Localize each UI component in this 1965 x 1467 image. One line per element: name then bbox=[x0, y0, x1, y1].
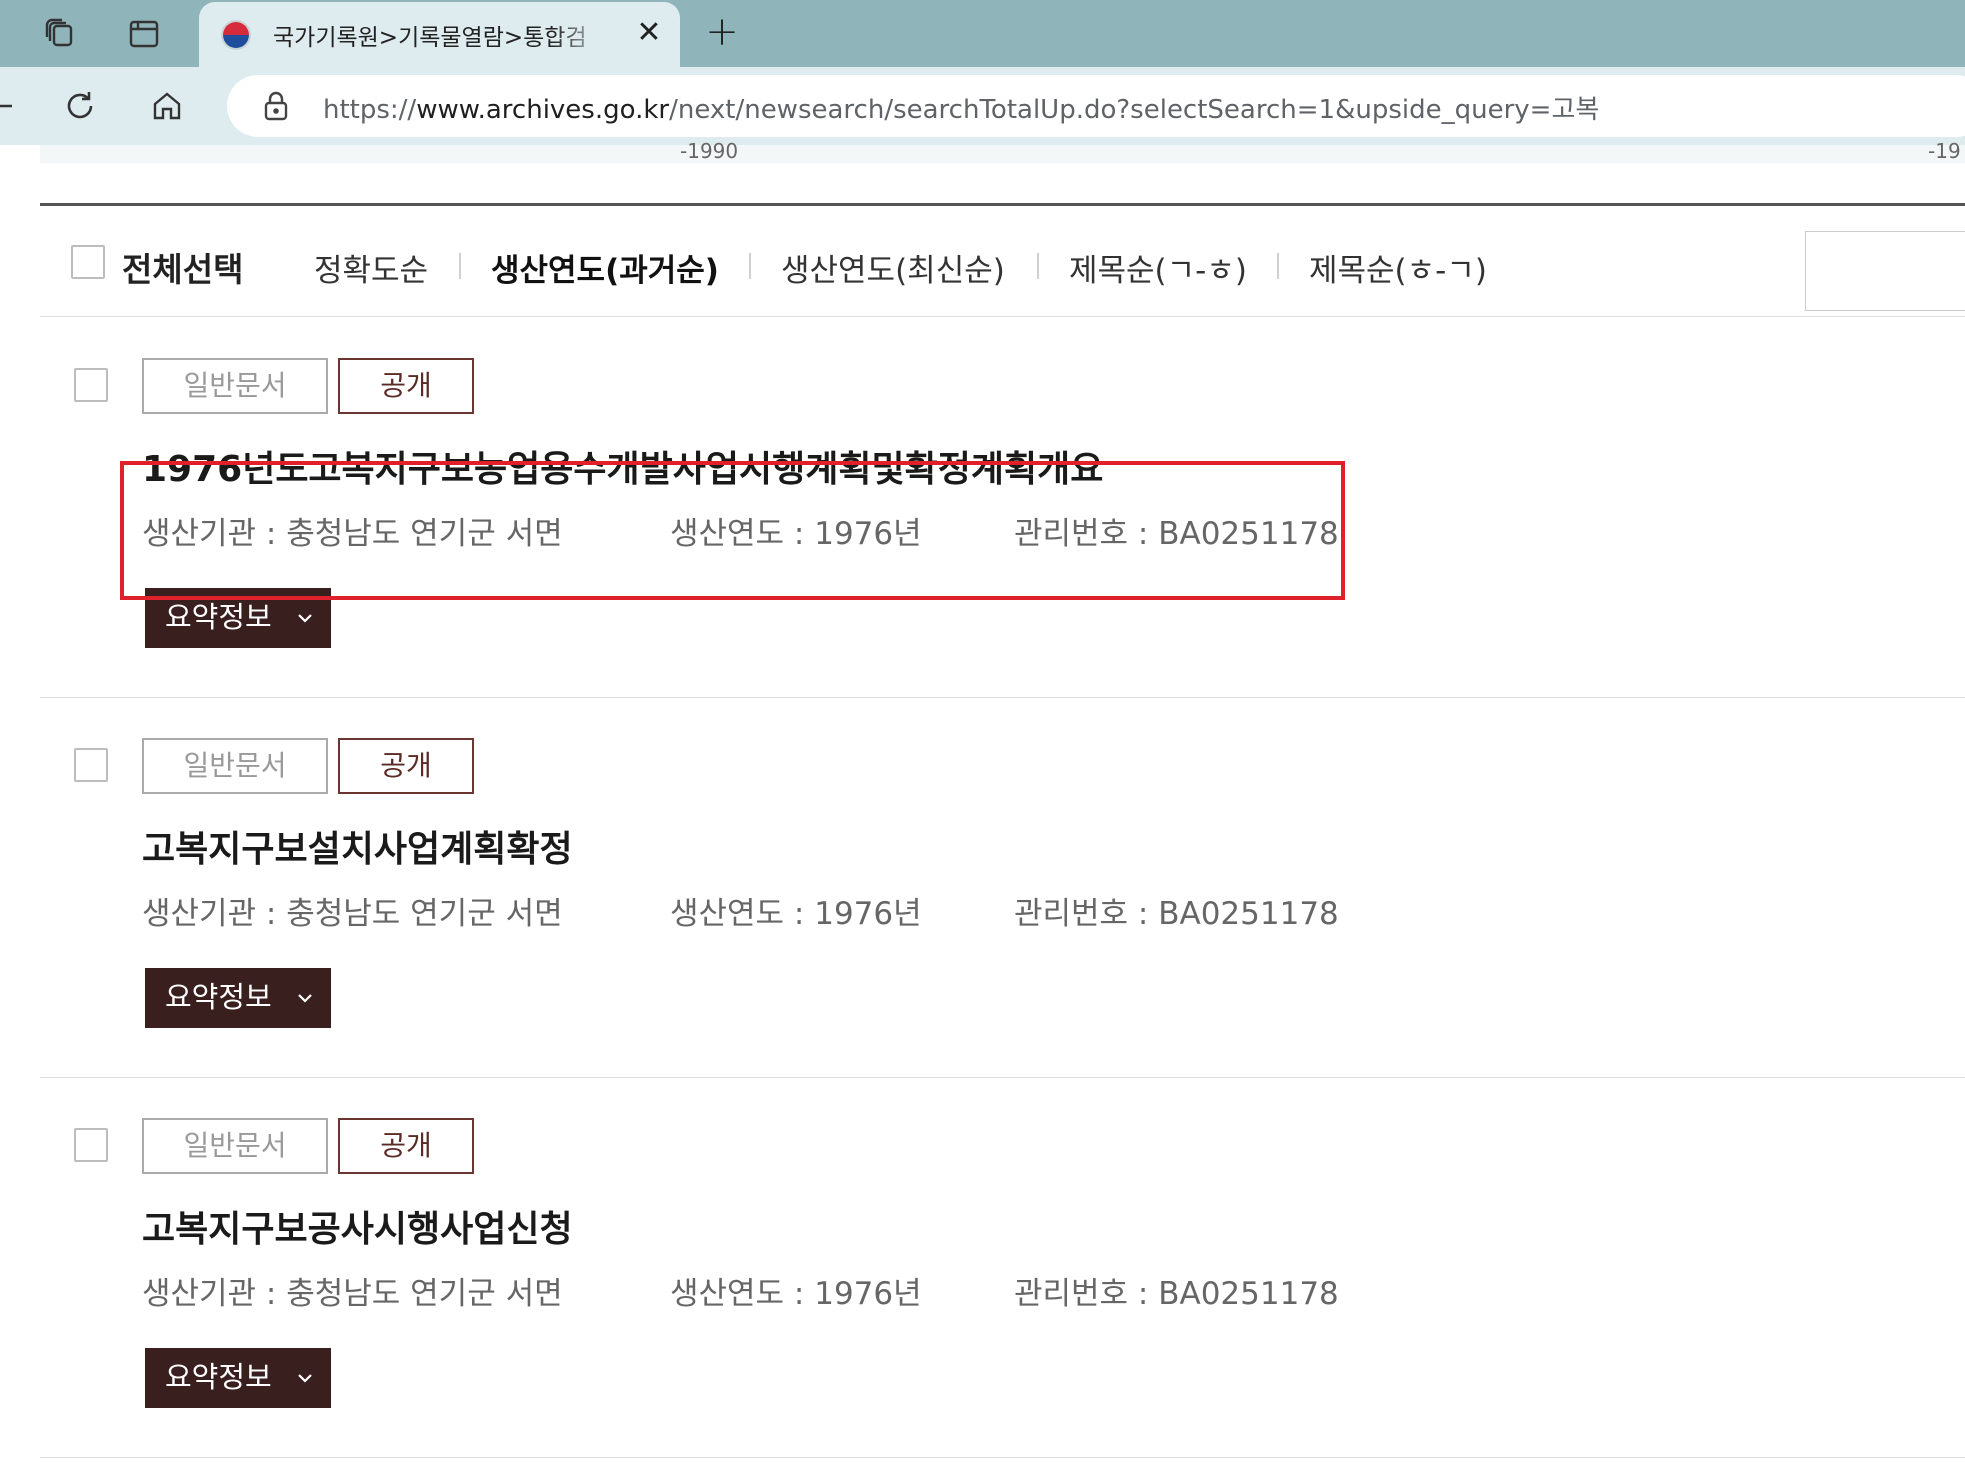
year-timeline: -1990 -19 bbox=[40, 139, 1965, 163]
production-year: 생산연도 : 1976년 bbox=[670, 1276, 922, 1312]
result-title[interactable]: 고복지구보공사시행사업신청 bbox=[142, 1200, 573, 1252]
chevron-down-icon bbox=[298, 614, 312, 623]
timeline-label-1990: -1990 bbox=[680, 139, 739, 163]
summary-button[interactable]: 요약정보 bbox=[145, 588, 331, 648]
sort-bar: 전체선택 정확도순 생산연도(과거순) 생산연도(최신순) 제목순(ㄱ-ㅎ) 제… bbox=[40, 207, 1965, 317]
tab-actions-icon[interactable] bbox=[122, 12, 166, 56]
management-number: 관리번호 : BA0251178 bbox=[1014, 516, 1339, 552]
result-title[interactable]: 1976년도고복지구보농업용수개발사업시행계획및확정계획개요 bbox=[142, 440, 1103, 492]
select-all-label[interactable]: 전체선택 bbox=[122, 243, 243, 291]
management-number: 관리번호 : BA0251178 bbox=[1014, 1276, 1339, 1312]
sort-title-asc[interactable]: 제목순(ㄱ-ㅎ) bbox=[1069, 245, 1247, 290]
new-tab-button[interactable]: + bbox=[700, 12, 744, 56]
back-icon[interactable] bbox=[0, 84, 22, 128]
active-tab[interactable]: 국가기록원>기록물열람>통합검 ✕ bbox=[199, 2, 680, 69]
browser-toolbar: https://www.archives.go.kr/next/newsearc… bbox=[0, 67, 1965, 145]
status-badge: 공개 bbox=[338, 738, 474, 794]
sort-separator bbox=[1277, 253, 1279, 279]
timeline-label-19: -19 bbox=[1928, 139, 1961, 163]
summary-button[interactable]: 요약정보 bbox=[145, 1348, 331, 1408]
producer-info: 생산기관 : 충청남도 연기군 서면 bbox=[142, 896, 563, 932]
production-year: 생산연도 : 1976년 bbox=[670, 516, 922, 552]
url-host: www.archives.go.kr bbox=[416, 95, 670, 125]
summary-button[interactable]: 요약정보 bbox=[145, 968, 331, 1028]
collections-icon[interactable] bbox=[38, 12, 82, 56]
site-favicon-icon bbox=[221, 20, 251, 50]
divider bbox=[40, 203, 1965, 206]
result-title[interactable]: 고복지구보설치사업계획확정 bbox=[142, 820, 573, 872]
sort-separator bbox=[749, 253, 751, 279]
select-all-checkbox[interactable] bbox=[71, 245, 105, 279]
result-item: 일반문서 공개 고복지구보설치사업계획확정 생산기관 : 충청남도 연기군 서면… bbox=[40, 698, 1965, 1078]
result-checkbox[interactable] bbox=[74, 748, 108, 782]
summary-button-label: 요약정보 bbox=[165, 600, 272, 634]
page-content: -1990 -19 전체선택 정확도순 생산연도(과거순) 생산연도(최신순) … bbox=[0, 139, 1965, 1467]
producer-info: 생산기관 : 충청남도 연기군 서면 bbox=[142, 1276, 563, 1312]
url-path: /next/newsearch/searchTotalUp.do?selectS… bbox=[669, 95, 1600, 125]
page-size-select[interactable] bbox=[1805, 231, 1965, 311]
sort-year-newest[interactable]: 생산연도(최신순) bbox=[781, 245, 1005, 290]
tab-close-icon[interactable]: ✕ bbox=[631, 16, 667, 52]
browser-tabstrip: 국가기록원>기록물열람>통합검 ✕ + bbox=[0, 0, 1965, 69]
type-badge: 일반문서 bbox=[142, 1118, 328, 1174]
summary-button-label: 요약정보 bbox=[165, 1360, 272, 1394]
result-item: 일반문서 공개 1976년도고복지구보농업용수개발사업시행계획및확정계획개요 생… bbox=[40, 318, 1965, 698]
sort-title-desc[interactable]: 제목순(ㅎ-ㄱ) bbox=[1309, 245, 1487, 290]
status-badge: 공개 bbox=[338, 358, 474, 414]
production-year: 생산연도 : 1976년 bbox=[670, 896, 922, 932]
sort-year-oldest[interactable]: 생산연도(과거순) bbox=[491, 245, 719, 290]
status-badge: 공개 bbox=[338, 1118, 474, 1174]
sort-accuracy[interactable]: 정확도순 bbox=[314, 245, 428, 290]
producer-info: 생산기관 : 충청남도 연기군 서면 bbox=[142, 516, 563, 552]
refresh-icon[interactable] bbox=[58, 84, 102, 128]
url-text[interactable]: https://www.archives.go.kr/next/newsearc… bbox=[323, 89, 1599, 126]
home-icon[interactable] bbox=[145, 84, 189, 128]
tab-title: 국가기록원>기록물열람>통합검 bbox=[273, 25, 587, 51]
type-badge: 일반문서 bbox=[142, 358, 328, 414]
management-number: 관리번호 : BA0251178 bbox=[1014, 896, 1339, 932]
result-checkbox[interactable] bbox=[74, 1128, 108, 1162]
chevron-down-icon bbox=[298, 1374, 312, 1383]
url-scheme: https:// bbox=[323, 95, 417, 125]
sort-separator bbox=[1037, 253, 1039, 279]
summary-button-label: 요약정보 bbox=[165, 980, 272, 1014]
result-item: 일반문서 공개 고복지구보공사시행사업신청 생산기관 : 충청남도 연기군 서면… bbox=[40, 1078, 1965, 1458]
type-badge: 일반문서 bbox=[142, 738, 328, 794]
address-bar[interactable]: https://www.archives.go.kr/next/newsearc… bbox=[227, 75, 1965, 137]
result-checkbox[interactable] bbox=[74, 368, 108, 402]
lock-icon[interactable] bbox=[263, 91, 289, 121]
sort-separator bbox=[459, 253, 461, 279]
chevron-down-icon bbox=[298, 994, 312, 1003]
